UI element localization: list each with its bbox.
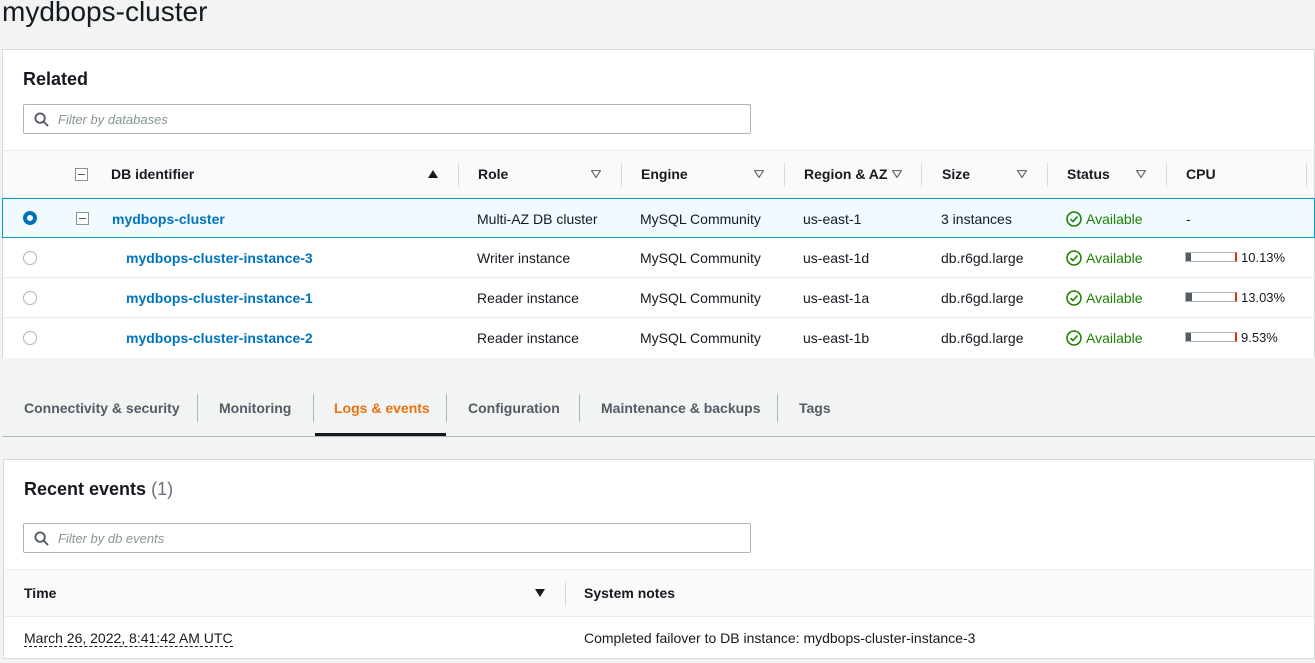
cpu-bar — [1185, 292, 1237, 302]
cpu-bar — [1185, 252, 1237, 262]
filter-events-placeholder: Filter by db events — [58, 531, 165, 546]
status-cell: Available — [1066, 199, 1143, 239]
cpu-text: 10.13% — [1241, 250, 1286, 265]
related-table-header: DB identifier Role Engine Region & AZ Si… — [3, 150, 1314, 198]
event-time: March 26, 2022, 8:41:42 AM UTC — [24, 630, 233, 647]
size-cell: 3 instances — [941, 211, 1012, 227]
collapse-icon[interactable] — [76, 212, 89, 225]
col-role[interactable]: Role — [478, 151, 508, 199]
tab-configuration[interactable]: Configuration — [468, 380, 560, 436]
check-circle-icon — [1066, 250, 1082, 266]
sort-icon[interactable] — [1136, 170, 1146, 178]
tab-bar: Connectivity & security Monitoring Logs … — [2, 380, 1315, 437]
col-status[interactable]: Status — [1067, 151, 1110, 199]
table-row[interactable]: mydbops-cluster-instance-2 Reader instan… — [3, 318, 1314, 358]
search-icon — [34, 531, 49, 546]
size-cell: db.r6gd.large — [941, 330, 1024, 346]
event-notes: Completed failover to DB instance: mydbo… — [584, 630, 976, 646]
recent-events-panel: Recent events (1) Filter by db events Ti… — [3, 459, 1315, 659]
size-cell: db.r6gd.large — [941, 290, 1024, 306]
cpu-cell: - — [1186, 211, 1191, 227]
db-identifier-link[interactable]: mydbops-cluster-instance-3 — [126, 238, 313, 278]
engine-cell: MySQL Community — [640, 290, 761, 306]
cpu-text: 9.53% — [1241, 330, 1278, 345]
sort-ascending-icon[interactable] — [428, 170, 438, 178]
col-engine[interactable]: Engine — [641, 151, 688, 199]
row-radio[interactable] — [23, 211, 37, 225]
row-radio[interactable] — [23, 291, 37, 305]
region-cell: us-east-1 — [803, 211, 862, 227]
recent-events-heading: Recent events (1) — [24, 479, 174, 499]
col-time[interactable]: Time — [24, 570, 56, 618]
collapse-all-icon[interactable] — [75, 168, 88, 181]
tab-tags[interactable]: Tags — [799, 380, 831, 436]
db-identifier-link[interactable]: mydbops-cluster-instance-1 — [126, 278, 313, 318]
db-identifier-link[interactable]: mydbops-cluster — [112, 199, 225, 239]
col-size[interactable]: Size — [942, 151, 970, 199]
sort-icon[interactable] — [1017, 170, 1027, 178]
region-cell: us-east-1b — [803, 330, 870, 346]
engine-cell: MySQL Community — [640, 250, 761, 266]
check-circle-icon — [1066, 330, 1082, 346]
table-row[interactable]: mydbops-cluster-instance-1 Reader instan… — [3, 278, 1314, 318]
status-cell: Available — [1066, 238, 1143, 278]
table-row: March 26, 2022, 8:41:42 AM UTC Completed… — [4, 618, 1314, 658]
sort-icon[interactable] — [754, 170, 764, 178]
col-system-notes[interactable]: System notes — [584, 570, 675, 618]
tab-maintenance-backups[interactable]: Maintenance & backups — [601, 380, 761, 436]
tab-logs-events[interactable]: Logs & events — [334, 380, 430, 436]
events-table-header: Time System notes — [4, 569, 1314, 617]
role-cell: Writer instance — [477, 250, 571, 266]
region-cell: us-east-1d — [803, 250, 870, 266]
status-cell: Available — [1066, 318, 1143, 358]
page-title: mydbops-cluster — [2, 0, 208, 27]
sort-icon[interactable] — [591, 170, 601, 178]
sort-icon[interactable] — [892, 170, 902, 178]
table-row[interactable]: mydbops-cluster Multi-AZ DB cluster MySQ… — [2, 198, 1315, 238]
check-circle-icon — [1066, 290, 1082, 306]
cpu-text: 13.03% — [1241, 290, 1286, 305]
role-cell: Multi-AZ DB cluster — [477, 211, 598, 227]
role-cell: Reader instance — [477, 290, 579, 306]
engine-cell: MySQL Community — [640, 330, 761, 346]
col-db-identifier[interactable]: DB identifier — [111, 151, 194, 199]
engine-cell: MySQL Community — [640, 211, 761, 227]
related-heading: Related — [23, 69, 89, 89]
row-radio[interactable] — [23, 331, 37, 345]
db-identifier-link[interactable]: mydbops-cluster-instance-2 — [126, 318, 313, 358]
table-row[interactable]: mydbops-cluster-instance-3 Writer instan… — [3, 238, 1314, 278]
row-radio[interactable] — [23, 251, 37, 265]
col-cpu[interactable]: CPU — [1186, 151, 1216, 199]
sort-descending-icon[interactable] — [535, 589, 545, 597]
cpu-bar — [1185, 332, 1237, 342]
filter-events-input[interactable]: Filter by db events — [23, 523, 751, 553]
filter-databases-input[interactable]: Filter by databases — [23, 104, 751, 134]
size-cell: db.r6gd.large — [941, 250, 1024, 266]
tab-monitoring[interactable]: Monitoring — [219, 380, 291, 436]
col-region[interactable]: Region & AZ — [804, 151, 887, 199]
filter-databases-placeholder: Filter by databases — [58, 112, 168, 127]
status-cell: Available — [1066, 278, 1143, 318]
active-tab-indicator — [315, 433, 446, 436]
related-panel: Related Filter by databases DB identifie… — [2, 49, 1315, 358]
search-icon — [34, 112, 49, 127]
region-cell: us-east-1a — [803, 290, 870, 306]
events-count: (1) — [151, 479, 174, 499]
check-circle-icon — [1066, 211, 1082, 227]
role-cell: Reader instance — [477, 330, 579, 346]
tab-connectivity-security[interactable]: Connectivity & security — [24, 380, 180, 436]
